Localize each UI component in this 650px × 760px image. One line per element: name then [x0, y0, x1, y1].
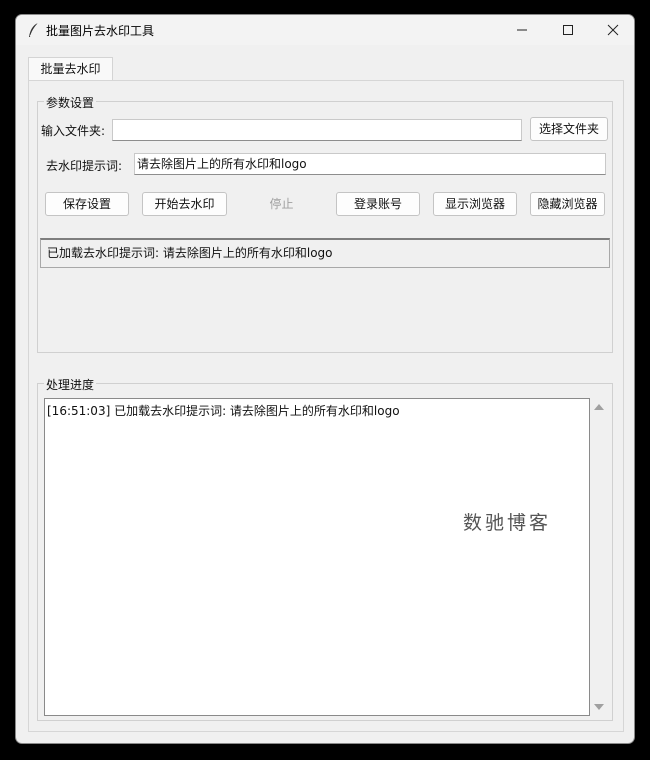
- watermark-text: 数驰博客: [463, 512, 552, 534]
- app-window: 批量图片去水印工具 批量去水印 参数设置 输入文件夹: 选择文件夹 去水印提示词…: [15, 14, 635, 744]
- title-bar[interactable]: 批量图片去水印工具: [16, 15, 634, 45]
- progress-group: 处理进度 [16:51:03] 已加载去水印提示词: 请去除图片上的所有水印和l…: [37, 376, 613, 721]
- progress-legend: 处理进度: [44, 376, 97, 393]
- show-browser-button[interactable]: 显示浏览器: [433, 192, 517, 216]
- tab-batch-watermark[interactable]: 批量去水印: [28, 57, 113, 81]
- prompt-label: 去水印提示词:: [46, 159, 123, 173]
- status-label: 已加载去水印提示词: 请去除图片上的所有水印和logo: [40, 238, 610, 268]
- close-button[interactable]: [590, 15, 634, 45]
- scroll-down-arrow-icon[interactable]: [594, 704, 604, 710]
- window-title: 批量图片去水印工具: [46, 24, 155, 38]
- save-settings-button[interactable]: 保存设置: [45, 192, 129, 216]
- choose-folder-button[interactable]: 选择文件夹: [530, 117, 608, 141]
- minimize-button[interactable]: [499, 15, 545, 45]
- tab-panel: 参数设置 输入文件夹: 选择文件夹 去水印提示词: 请去除图片上的所有水印和lo…: [28, 80, 624, 732]
- login-button[interactable]: 登录账号: [336, 192, 420, 216]
- scroll-up-arrow-icon[interactable]: [594, 404, 604, 410]
- input-folder-field[interactable]: [112, 119, 522, 141]
- hide-browser-button[interactable]: 隐藏浏览器: [530, 192, 605, 216]
- log-textarea[interactable]: [16:51:03] 已加载去水印提示词: 请去除图片上的所有水印和logo: [44, 398, 590, 716]
- input-folder-label: 输入文件夹:: [41, 124, 106, 138]
- params-legend: 参数设置: [44, 94, 97, 111]
- start-button[interactable]: 开始去水印: [142, 192, 227, 216]
- stop-button[interactable]: 停止: [239, 192, 324, 216]
- close-icon: [607, 24, 619, 36]
- maximize-icon: [563, 25, 573, 35]
- feather-icon: [29, 22, 39, 37]
- maximize-button[interactable]: [545, 15, 591, 45]
- minimize-icon: [517, 29, 527, 31]
- log-line: [16:51:03] 已加载去水印提示词: 请去除图片上的所有水印和logo: [47, 404, 400, 418]
- log-scrollbar[interactable]: [590, 398, 608, 716]
- prompt-field[interactable]: 请去除图片上的所有水印和logo: [134, 153, 606, 175]
- params-group: 参数设置 输入文件夹: 选择文件夹 去水印提示词: 请去除图片上的所有水印和lo…: [37, 94, 613, 353]
